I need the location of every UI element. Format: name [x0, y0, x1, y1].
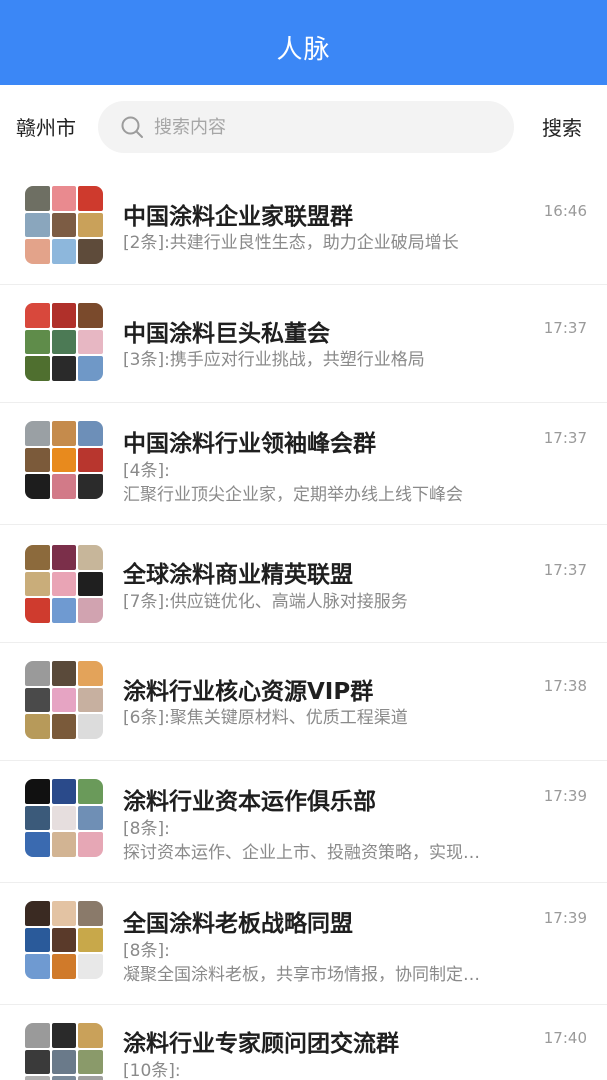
group-desc: [4条]: 汇聚行业顶尖企业家，定期举办线上线下峰会 [123, 459, 533, 507]
group-desc-text: 凝聚全国涂料老板，共享市场情报，协同制定… [123, 965, 480, 985]
message-count: [4条]: [123, 461, 170, 481]
group-desc: [8条]: 探讨资本运作、企业上市、投融资策略，实现… [123, 817, 533, 865]
group-desc-text: 携手应对行业挑战，共塑行业格局 [169, 350, 425, 370]
group-time: 17:37 [543, 561, 587, 579]
message-count: [2条]: [123, 233, 170, 253]
group-list: 中国涂料企业家联盟群 16:46 [2条]:共建行业良性生态，助力企业破局增长 … [0, 168, 607, 1080]
list-item[interactable]: 中国涂料企业家联盟群 16:46 [2条]:共建行业良性生态，助力企业破局增长 [0, 168, 607, 285]
group-time: 17:37 [543, 429, 587, 447]
group-name: 全球涂料商业精英联盟 [123, 562, 353, 588]
search-icon [121, 116, 143, 138]
group-desc: [6条]:聚焦关键原材料、优质工程渠道 [123, 706, 533, 730]
group-time: 17:39 [543, 909, 587, 927]
list-item[interactable]: 全国涂料老板战略同盟 17:39 [8条]: 凝聚全国涂料老板，共享市场情报，协… [0, 883, 607, 1005]
message-count: [3条]: [123, 350, 170, 370]
group-name: 中国涂料巨头私董会 [123, 321, 330, 347]
list-item[interactable]: 涂料行业核心资源VIP群 17:38 [6条]:聚焦关键原材料、优质工程渠道 [0, 643, 607, 761]
group-desc: [10条]: [123, 1059, 533, 1080]
group-avatar [25, 545, 103, 623]
group-name: 中国涂料行业领袖峰会群 [123, 431, 376, 457]
list-item[interactable]: 涂料行业专家顾问团交流群 17:40 [10条]: [0, 1005, 607, 1080]
group-avatar [25, 661, 103, 739]
group-avatar [25, 186, 103, 264]
group-desc: [8条]: 凝聚全国涂料老板，共享市场情报，协同制定… [123, 939, 533, 987]
group-name: 全国涂料老板战略同盟 [123, 911, 353, 937]
search-button[interactable]: 搜索 [542, 112, 582, 141]
group-desc: [2条]:共建行业良性生态，助力企业破局增长 [123, 231, 533, 255]
group-time: 17:38 [543, 677, 587, 695]
group-time: 16:46 [543, 202, 587, 220]
list-item[interactable]: 中国涂料行业领袖峰会群 17:37 [4条]: 汇聚行业顶尖企业家，定期举办线上… [0, 403, 607, 525]
group-time: 17:40 [543, 1029, 587, 1047]
group-name: 涂料行业核心资源VIP群 [123, 679, 374, 705]
group-avatar [25, 1023, 103, 1080]
search-box[interactable] [98, 101, 514, 153]
group-desc-text: 探讨资本运作、企业上市、投融资策略，实现… [123, 843, 480, 863]
group-avatar [25, 779, 103, 857]
list-item[interactable]: 涂料行业资本运作俱乐部 17:39 [8条]: 探讨资本运作、企业上市、投融资策… [0, 761, 607, 883]
group-time: 17:39 [543, 787, 587, 805]
group-avatar [25, 421, 103, 499]
group-time: 17:37 [543, 319, 587, 337]
group-avatar [25, 303, 103, 381]
message-count: [8条]: [123, 819, 170, 839]
city-selector[interactable]: 赣州市 [16, 112, 76, 141]
group-desc-text: 聚焦关键原材料、优质工程渠道 [169, 708, 408, 728]
message-count: [10条]: [123, 1061, 181, 1080]
group-desc: [7条]:供应链优化、高端人脉对接服务 [123, 590, 533, 614]
list-item[interactable]: 全球涂料商业精英联盟 17:37 [7条]:供应链优化、高端人脉对接服务 [0, 525, 607, 643]
group-name: 中国涂料企业家联盟群 [123, 204, 353, 230]
message-count: [6条]: [123, 708, 170, 728]
group-avatar [25, 901, 103, 979]
group-desc-text: 汇聚行业顶尖企业家，定期举办线上线下峰会 [123, 485, 463, 505]
group-name: 涂料行业资本运作俱乐部 [123, 789, 376, 815]
message-count: [8条]: [123, 941, 170, 961]
list-item[interactable]: 中国涂料巨头私董会 17:37 [3条]:携手应对行业挑战，共塑行业格局 [0, 285, 607, 403]
group-desc: [3条]:携手应对行业挑战，共塑行业格局 [123, 348, 533, 372]
group-name: 涂料行业专家顾问团交流群 [123, 1031, 399, 1057]
search-bar: 赣州市 搜索 [0, 85, 607, 165]
group-desc-text: 共建行业良性生态，助力企业破局增长 [169, 233, 459, 253]
search-input[interactable] [154, 111, 494, 143]
top-bar: 人脉 [0, 0, 607, 85]
group-desc-text: 供应链优化、高端人脉对接服务 [169, 592, 408, 612]
message-count: [7条]: [123, 592, 170, 612]
page-title: 人脉 [276, 35, 331, 65]
